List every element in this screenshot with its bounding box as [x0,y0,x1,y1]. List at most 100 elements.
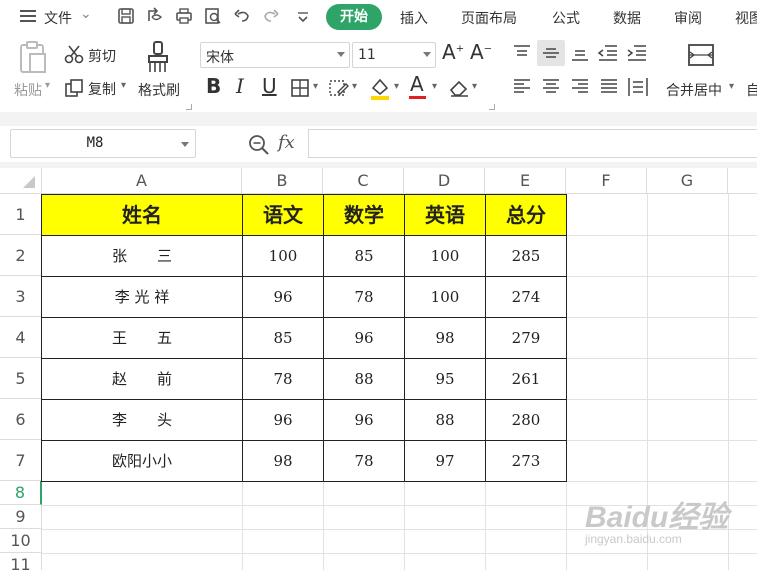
table-header-name[interactable]: 姓名 [41,194,243,236]
row-header-10[interactable]: 10 [0,529,42,553]
copy-button[interactable]: 复制 [88,79,116,99]
bold-icon[interactable]: B [206,74,221,100]
eraser-icon[interactable] [448,78,470,98]
table-cell[interactable]: 100 [404,235,486,277]
row-header-3[interactable]: 3 [0,276,42,317]
merge-center-button[interactable]: 合并居中 [666,80,722,100]
table-cell[interactable]: 85 [242,317,324,359]
export-icon[interactable] [146,7,164,25]
cell-style-dropdown-icon[interactable]: ▾ [352,81,357,92]
underline-icon[interactable]: U [262,74,277,100]
table-cell-name[interactable]: 王 五 [41,317,243,359]
tab-home[interactable]: 开始 [326,4,382,30]
table-cell-name[interactable]: 李 光 祥 [41,276,243,318]
function-icon[interactable]: fx [278,132,295,153]
fill-color-dropdown-icon[interactable]: ▾ [394,81,399,92]
table-header-math[interactable]: 数学 [323,194,405,236]
row-header-7[interactable]: 7 [0,440,42,481]
table-header-chinese[interactable]: 语文 [242,194,324,236]
table-cell[interactable]: 279 [485,317,567,359]
table-cell-name[interactable]: 张 三 [41,235,243,277]
fill-color-icon[interactable] [368,76,392,100]
distributed-align-icon[interactable] [627,76,649,98]
zoom-search-icon[interactable] [248,134,270,156]
table-cell[interactable]: 261 [485,358,567,400]
table-cell[interactable]: 96 [323,317,405,359]
formula-input[interactable] [308,129,757,158]
increase-font-icon[interactable]: A+ [442,40,464,64]
merge-dropdown-icon[interactable]: ▾ [729,81,734,92]
format-painter-button[interactable]: 格式刷 [138,80,180,100]
cut-button[interactable]: 剪切 [88,46,116,66]
border-dropdown-icon[interactable]: ▾ [313,81,318,92]
name-box[interactable]: M8 [10,129,196,158]
column-header-a[interactable]: A [42,168,242,194]
print-icon[interactable] [175,7,193,25]
customize-toolbar-icon[interactable] [294,7,312,25]
table-cell-name[interactable]: 赵 前 [41,358,243,400]
tab-formulas[interactable]: 公式 [552,8,580,28]
table-cell[interactable]: 285 [485,235,567,277]
table-cell[interactable]: 85 [323,235,405,277]
row-header-6[interactable]: 6 [0,399,42,440]
align-left-icon[interactable] [512,78,532,96]
table-cell[interactable]: 273 [485,440,567,482]
column-header-d[interactable]: D [404,168,485,194]
table-cell[interactable]: 88 [404,399,486,441]
table-cell[interactable]: 96 [242,399,324,441]
table-header-total[interactable]: 总分 [485,194,567,236]
paste-icon[interactable] [18,40,48,74]
align-middle-button[interactable] [537,40,565,66]
table-header-english[interactable]: 英语 [404,194,486,236]
copy-dropdown-icon[interactable]: ▾ [121,80,126,91]
row-header-5[interactable]: 5 [0,358,42,399]
column-header-c[interactable]: C [323,168,404,194]
row-header-2[interactable]: 2 [0,235,42,276]
table-cell[interactable]: 95 [404,358,486,400]
column-header-g[interactable]: G [647,168,728,194]
row-header-1[interactable]: 1 [0,194,42,235]
decrease-font-icon[interactable]: A− [470,40,492,64]
row-header-4[interactable]: 4 [0,317,42,358]
select-all-corner[interactable] [0,168,42,194]
tab-view[interactable]: 视图 [735,8,757,28]
clipboard-launcher[interactable] [186,104,192,110]
table-cell-name[interactable]: 欧阳小小 [41,440,243,482]
decrease-indent-icon[interactable] [597,44,619,62]
table-cell[interactable]: 98 [242,440,324,482]
align-bottom-icon[interactable] [570,44,590,62]
tab-data[interactable]: 数据 [613,8,641,28]
row-header-11[interactable]: 11 [0,553,42,570]
column-header-e[interactable]: E [485,168,566,194]
table-cell[interactable]: 78 [323,276,405,318]
cell-style-icon[interactable] [328,78,350,98]
chevron-down-icon[interactable]: ⌄ [80,6,92,22]
tab-review[interactable]: 审阅 [674,8,702,28]
font-color-icon[interactable]: A [410,72,424,98]
row-header-8[interactable]: 8 [0,481,42,505]
table-cell[interactable]: 100 [242,235,324,277]
table-cell[interactable]: 98 [404,317,486,359]
font-size-select[interactable]: 11 [352,42,436,68]
align-top-icon[interactable] [512,44,532,62]
table-cell[interactable]: 100 [404,276,486,318]
menu-icon[interactable] [20,10,36,22]
column-header-next[interactable] [728,168,757,194]
paste-dropdown-icon[interactable]: ▾ [45,80,50,91]
italic-icon[interactable]: I [236,74,244,100]
save-icon[interactable] [117,7,135,25]
font-color-dropdown-icon[interactable]: ▾ [432,81,437,92]
table-cell[interactable]: 96 [323,399,405,441]
row-header-9[interactable]: 9 [0,505,42,529]
align-center-icon[interactable] [541,78,561,96]
tab-insert[interactable]: 插入 [400,8,428,28]
auto-wrap-button[interactable]: 自 [746,80,757,100]
border-icon[interactable] [290,78,310,98]
paste-button[interactable]: 粘贴 [14,80,42,100]
table-cell[interactable]: 97 [404,440,486,482]
increase-indent-icon[interactable] [626,44,648,62]
table-cell[interactable]: 88 [323,358,405,400]
table-cell-name[interactable]: 李 头 [41,399,243,441]
align-right-icon[interactable] [570,78,590,96]
table-cell[interactable]: 274 [485,276,567,318]
